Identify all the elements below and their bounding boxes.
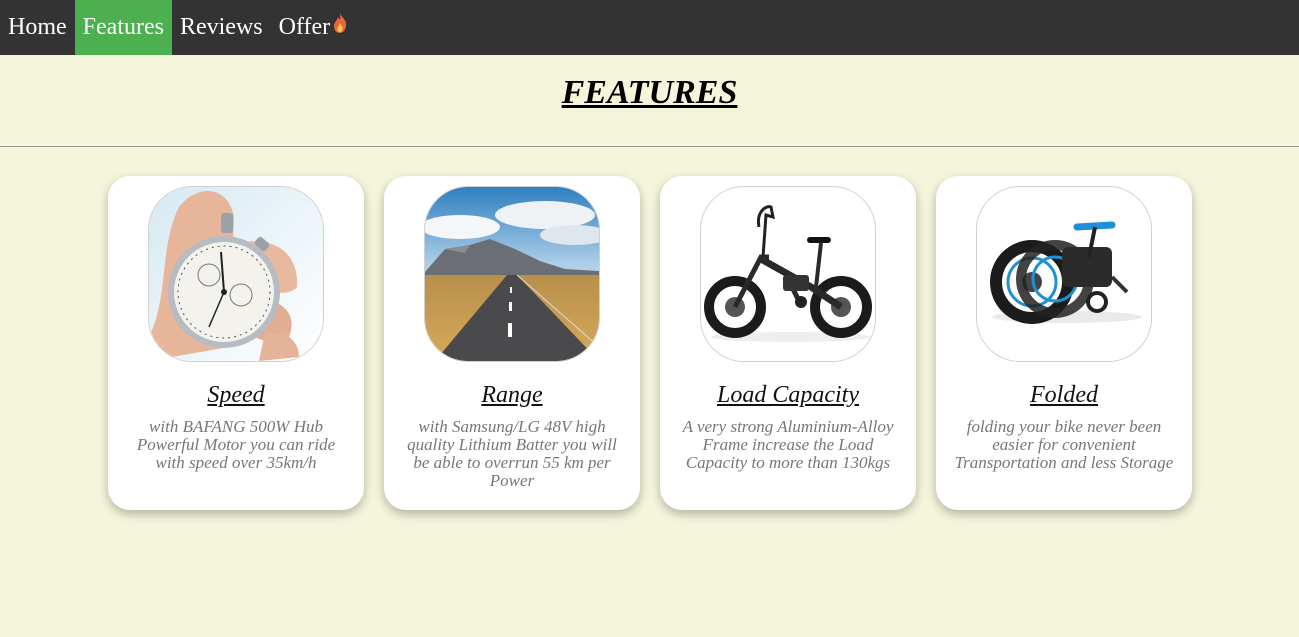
nav-item-features[interactable]: Features bbox=[74, 0, 172, 55]
section-divider bbox=[0, 146, 1299, 147]
nav-item-offer[interactable]: Offer bbox=[271, 0, 357, 55]
stopwatch-image bbox=[148, 186, 324, 362]
feature-card-range: Range with Samsung/LG 48V high quality L… bbox=[384, 176, 640, 510]
flame-icon bbox=[332, 0, 348, 55]
feature-title: Load Capacity bbox=[717, 382, 859, 408]
navbar: Home Features Reviews Offer bbox=[0, 0, 384, 55]
nav-item-reviews[interactable]: Reviews bbox=[172, 0, 271, 55]
feature-description: with Samsung/LG 48V high quality Lithium… bbox=[407, 417, 617, 490]
navbar-background bbox=[384, 0, 1299, 55]
nav-item-label: Home bbox=[8, 14, 67, 40]
nav-item-label: Reviews bbox=[179, 14, 263, 40]
feature-title: Range bbox=[481, 382, 543, 408]
page-title: FEATURES bbox=[561, 74, 738, 111]
feature-card-load-capacity: Load Capacity A very strong Aluminium-Al… bbox=[660, 176, 916, 510]
feature-card-speed: Speed with BAFANG 500W Hub Powerful Moto… bbox=[108, 176, 364, 510]
feature-title: Speed bbox=[207, 382, 265, 408]
folded-ebike-image bbox=[976, 186, 1152, 362]
ebike-image bbox=[700, 186, 876, 362]
feature-title: Folded bbox=[1030, 382, 1098, 408]
feature-card-folded: Folded folding your bike never been easi… bbox=[936, 176, 1192, 510]
feature-description: folding your bike never been easier for … bbox=[954, 417, 1174, 472]
feature-description: A very strong Aluminium-Alloy Frame incr… bbox=[682, 417, 894, 472]
nav-item-home[interactable]: Home bbox=[0, 0, 75, 55]
feature-description: with BAFANG 500W Hub Powerful Motor you … bbox=[136, 417, 336, 472]
nav-item-label: Features bbox=[82, 14, 164, 40]
road-landscape-image bbox=[424, 186, 600, 362]
nav-item-label: Offer bbox=[278, 14, 331, 40]
feature-cards: Speed with BAFANG 500W Hub Powerful Moto… bbox=[108, 176, 1192, 510]
